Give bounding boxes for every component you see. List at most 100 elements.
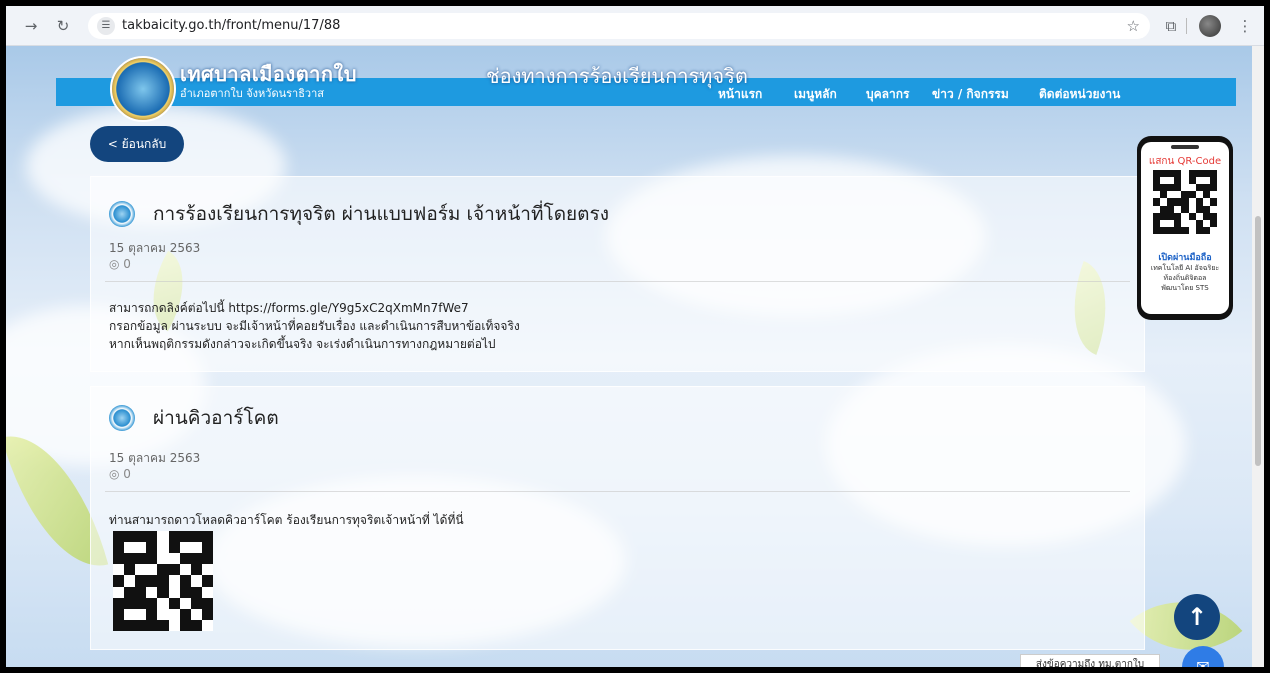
qr-module bbox=[1181, 198, 1189, 206]
article-title[interactable]: การร้องเรียนการทุจริต ผ่านแบบฟอร์ม เจ้าห… bbox=[153, 199, 609, 229]
nav-news-activities[interactable]: ข่าว / กิจกรรม bbox=[932, 85, 1009, 104]
qr-module bbox=[1174, 170, 1182, 178]
site-info-icon[interactable]: ☰ bbox=[97, 17, 115, 35]
qr-module bbox=[1195, 212, 1203, 220]
qr-module bbox=[1181, 219, 1189, 227]
browser-menu-icon[interactable]: ⋮ bbox=[1234, 15, 1256, 37]
qr-module bbox=[157, 608, 169, 620]
qr-module bbox=[1153, 184, 1161, 192]
extensions-icon[interactable]: ⧉ bbox=[1160, 15, 1182, 37]
scrollbar-thumb[interactable] bbox=[1255, 216, 1261, 466]
qr-module bbox=[1209, 205, 1217, 213]
qr-module bbox=[157, 531, 169, 543]
qr-module bbox=[1188, 184, 1196, 192]
qr-module bbox=[1202, 219, 1210, 227]
phone-notch bbox=[1171, 145, 1199, 149]
qr-module bbox=[1167, 177, 1175, 185]
qr-module bbox=[1167, 212, 1175, 220]
qr-module bbox=[1153, 219, 1161, 227]
qr-module bbox=[146, 608, 158, 620]
qr-module bbox=[201, 553, 213, 565]
qr-module bbox=[1209, 212, 1217, 220]
qr-module bbox=[113, 575, 125, 587]
view-count-value: 0 bbox=[123, 467, 131, 481]
qr-module bbox=[113, 542, 125, 554]
qr-module bbox=[1167, 170, 1175, 178]
qr-module bbox=[1160, 226, 1168, 234]
qr-module bbox=[201, 608, 213, 620]
qr-module bbox=[1174, 226, 1182, 234]
qr-module bbox=[1202, 212, 1210, 220]
qr-module bbox=[190, 608, 202, 620]
qr-module bbox=[190, 564, 202, 576]
card-divider bbox=[105, 281, 1130, 282]
scroll-to-top-button[interactable]: ↑ bbox=[1174, 594, 1220, 640]
open-on-mobile-label: เปิดผ่านมือถือ bbox=[1158, 253, 1212, 263]
arrow-up-icon: ↑ bbox=[1186, 603, 1208, 631]
page-scrollbar[interactable] bbox=[1252, 46, 1264, 667]
qr-module bbox=[179, 608, 191, 620]
bookmark-star-icon[interactable]: ☆ bbox=[1127, 13, 1140, 39]
qr-module bbox=[124, 586, 136, 598]
qr-module bbox=[190, 531, 202, 543]
site-logo-subtitle: อำเภอตากใบ จังหวัดนราธิวาส bbox=[180, 87, 325, 100]
qr-module bbox=[201, 564, 213, 576]
qr-module bbox=[1181, 226, 1189, 234]
qr-module bbox=[190, 553, 202, 565]
article-body-line: สามารถกดลิงค์ต่อไปนี้ https://forms.gle/… bbox=[109, 301, 469, 315]
qr-module bbox=[190, 597, 202, 609]
nav-home[interactable]: หน้าแรก bbox=[718, 85, 762, 104]
qr-module bbox=[1188, 191, 1196, 199]
qr-module bbox=[157, 553, 169, 565]
qr-module bbox=[1181, 177, 1189, 185]
qr-module bbox=[124, 619, 136, 631]
qr-module bbox=[1209, 184, 1217, 192]
page-viewport: เทศบาลเมืองตากใบ อำเภอตากใบ จังหวัดนราธิ… bbox=[6, 46, 1264, 667]
article-card: ผ่านคิวอาร์โคต 15 ตุลาคม 2563 ◎ 0 ท่านสา… bbox=[90, 386, 1145, 650]
municipality-seal-icon[interactable] bbox=[110, 56, 176, 122]
qr-module bbox=[124, 553, 136, 565]
back-button[interactable]: < ย้อนกลับ bbox=[90, 126, 184, 162]
qr-module bbox=[1188, 219, 1196, 227]
qr-module bbox=[1160, 219, 1168, 227]
nav-personnel[interactable]: บุคลากร bbox=[866, 85, 909, 104]
qr-module bbox=[1195, 226, 1203, 234]
qr-module bbox=[1181, 184, 1189, 192]
nav-main-menu[interactable]: เมนูหลัก bbox=[794, 85, 837, 104]
qr-module bbox=[1174, 212, 1182, 220]
qr-module bbox=[201, 575, 213, 587]
address-bar[interactable]: ☰ takbaicity.go.th/front/menu/17/88 ☆ bbox=[88, 13, 1150, 39]
profile-avatar[interactable] bbox=[1199, 15, 1221, 37]
url-text[interactable]: takbaicity.go.th/front/menu/17/88 bbox=[122, 13, 340, 39]
scan-qr-label: แสกน QR-Code bbox=[1148, 156, 1222, 167]
qr-module bbox=[1153, 198, 1161, 206]
qr-module bbox=[1202, 198, 1210, 206]
forward-arrow-icon[interactable]: → bbox=[20, 15, 42, 37]
qr-module bbox=[146, 564, 158, 576]
reload-icon[interactable]: ↻ bbox=[52, 15, 74, 37]
mobile-qr-widget[interactable]: แสกน QR-Code เปิดผ่านมือถือ เทคโนโลยี AI… bbox=[1137, 136, 1233, 320]
nav-contact[interactable]: ติดต่อหน่วยงาน bbox=[1039, 85, 1120, 104]
complaint-qr-code[interactable] bbox=[113, 531, 213, 631]
messenger-tooltip: ส่งข้อความถึง ทม.ตากใบ bbox=[1020, 654, 1160, 667]
messenger-icon: ✉ bbox=[1196, 657, 1210, 667]
qr-module bbox=[113, 531, 125, 543]
widget-developer: พัฒนาโดย STS bbox=[1161, 284, 1209, 292]
qr-module bbox=[1160, 212, 1168, 220]
qr-module bbox=[1202, 226, 1210, 234]
qr-module bbox=[1195, 205, 1203, 213]
qr-module bbox=[179, 619, 191, 631]
qr-module bbox=[135, 597, 147, 609]
qr-module bbox=[179, 553, 191, 565]
article-title[interactable]: ผ่านคิวอาร์โคต bbox=[153, 403, 279, 433]
header-banner-text: ช่องทางการร้องเรียนการทุจริต bbox=[486, 64, 748, 88]
qr-module bbox=[146, 586, 158, 598]
article-body-line: กรอกข้อมูล ผ่านระบบ จะมีเจ้าหน้าที่คอยรั… bbox=[109, 319, 520, 333]
qr-module bbox=[1167, 219, 1175, 227]
widget-qr-code[interactable] bbox=[1153, 170, 1217, 234]
browser-toolbar: → ↻ ☰ takbaicity.go.th/front/menu/17/88 … bbox=[6, 6, 1264, 46]
qr-module bbox=[1174, 198, 1182, 206]
qr-module bbox=[157, 542, 169, 554]
qr-module bbox=[1202, 191, 1210, 199]
qr-module bbox=[113, 619, 125, 631]
